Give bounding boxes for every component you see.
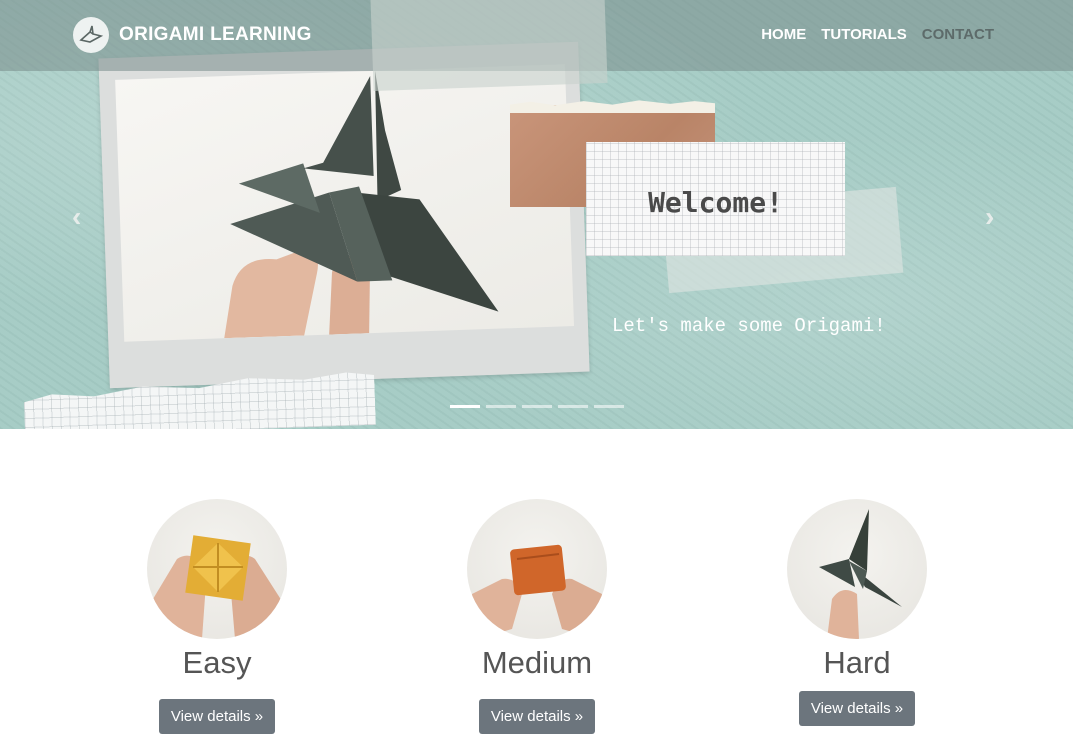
origami-crane-logo-icon [73, 17, 109, 53]
nav-links: HOME TUTORIALS CONTACT [761, 26, 994, 43]
level-card-hard: Hard View details » [727, 499, 987, 726]
nav-home[interactable]: HOME [761, 26, 806, 43]
nav-contact[interactable]: CONTACT [922, 26, 994, 43]
easy-thumbnail [147, 499, 287, 639]
level-card-easy: Easy View details » [87, 499, 347, 734]
view-details-medium-button[interactable]: View details » [478, 699, 596, 734]
chevron-left-icon[interactable]: ‹ [72, 203, 81, 231]
view-details-easy-button[interactable]: View details » [158, 699, 276, 734]
view-details-hard-button[interactable]: View details » [798, 691, 916, 726]
carousel-indicator-4[interactable] [558, 405, 588, 408]
polaroid-frame [98, 41, 590, 389]
hero-tagline: Let's make some Origami! [612, 315, 886, 337]
carousel-indicator-5[interactable] [594, 405, 624, 408]
hard-thumbnail [787, 499, 927, 639]
level-title-medium: Medium [481, 645, 593, 680]
carousel-indicators [450, 405, 624, 408]
crane-photo [115, 64, 575, 342]
level-title-hard: Hard [823, 645, 891, 680]
medium-thumbnail [467, 499, 607, 639]
welcome-note: Welcome! [586, 142, 845, 256]
carousel-indicator-3[interactable] [522, 405, 552, 408]
brand[interactable]: ORIGAMI LEARNING [73, 16, 312, 54]
carousel-indicator-1[interactable] [450, 405, 480, 408]
level-title-easy: Easy [182, 645, 252, 680]
brand-name: ORIGAMI LEARNING [119, 24, 312, 45]
hero-carousel: Welcome! Let's make some Origami! ‹ › OR… [0, 0, 1073, 429]
hero-heading: Welcome! [648, 185, 783, 219]
washi-tape-top [370, 0, 608, 92]
nav-tutorials[interactable]: TUTORIALS [821, 26, 907, 43]
level-card-medium: Medium View details » [407, 499, 667, 734]
carousel-indicator-2[interactable] [486, 405, 516, 408]
chevron-right-icon[interactable]: › [985, 203, 994, 231]
